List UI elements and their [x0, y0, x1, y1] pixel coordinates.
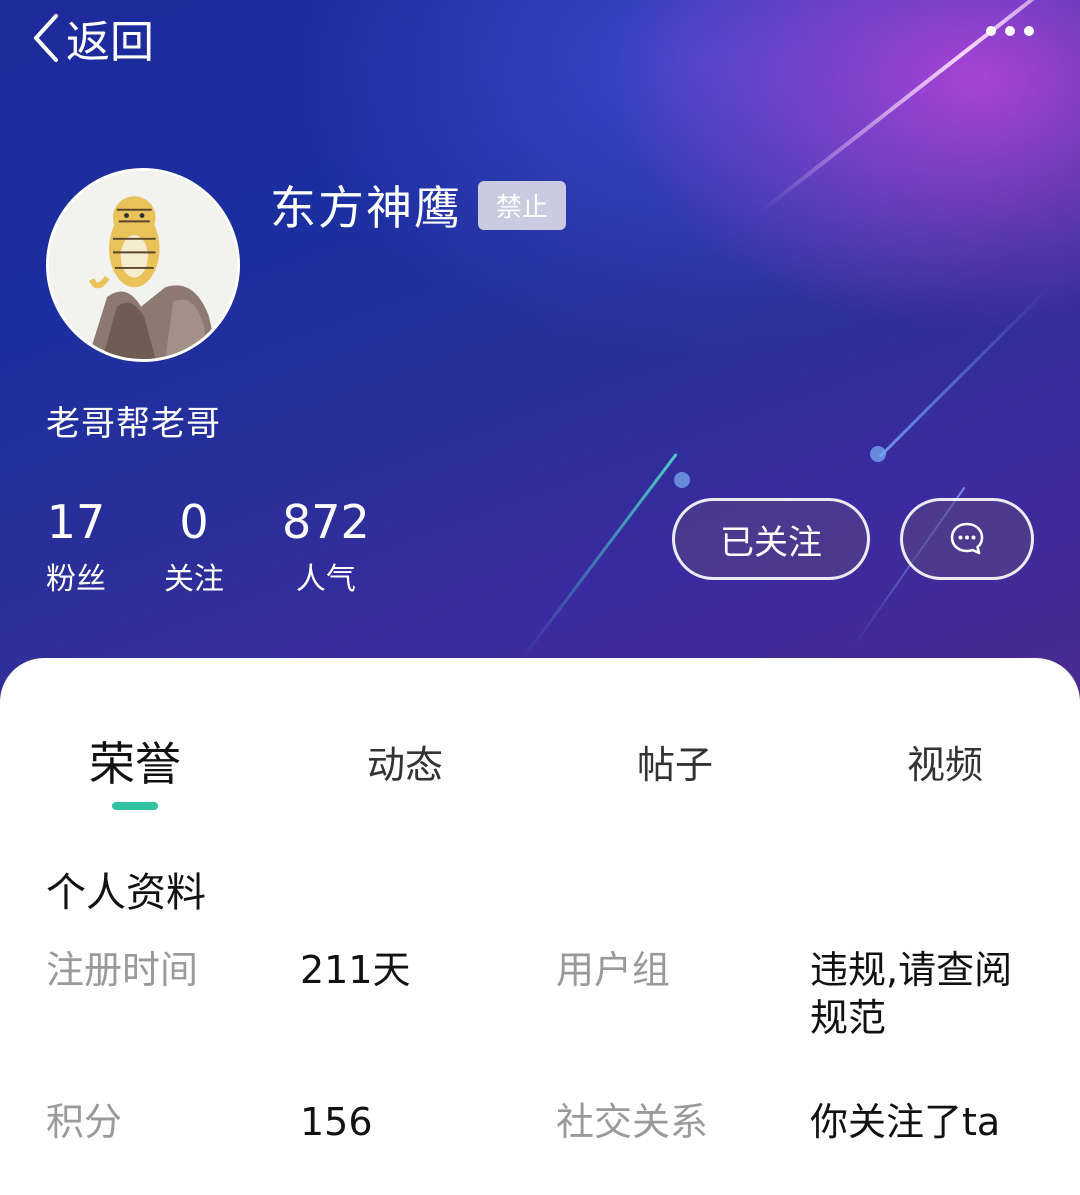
status-badge: 禁止 — [478, 180, 567, 230]
following-button[interactable]: 已关注 — [672, 498, 870, 580]
decor-dot — [870, 446, 886, 462]
top-bar: 返回 — [0, 0, 1080, 80]
stat-value: 0 — [179, 495, 209, 549]
decor-dot — [674, 472, 690, 488]
stats-row: 17 粉丝 0 关注 872 人气 — [46, 494, 428, 598]
tab-label: 视频 — [906, 743, 983, 787]
name-row: 东方神鹰 禁止 — [270, 172, 567, 238]
info-value: 211天 — [300, 948, 411, 992]
stat-value: 872 — [282, 495, 370, 549]
info-label: 注册时间 — [46, 948, 199, 992]
message-bubble-icon — [950, 522, 984, 555]
tab-label: 动态 — [366, 743, 443, 787]
section-title: 个人资料 — [46, 870, 206, 916]
tab-activity[interactable]: 动态 — [270, 734, 540, 789]
active-tab-indicator — [112, 802, 158, 810]
message-button[interactable] — [900, 498, 1034, 580]
tab-videos[interactable]: 视频 — [810, 734, 1080, 789]
stat-label: 关注 — [164, 562, 224, 597]
stat-following[interactable]: 0 关注 — [164, 494, 224, 598]
tab-label: 帖子 — [636, 743, 713, 787]
stat-label: 人气 — [295, 562, 356, 597]
stat-value: 17 — [46, 495, 106, 549]
stat-fans[interactable]: 17 粉丝 — [46, 494, 106, 598]
tab-honor[interactable]: 荣誉 — [0, 728, 270, 794]
back-arrow-icon — [34, 14, 58, 62]
stat-popularity: 872 人气 — [282, 494, 370, 598]
info-value: 156 — [300, 1100, 373, 1144]
info-label: 积分 — [46, 1100, 123, 1144]
info-value: 你关注了ta — [810, 1100, 1001, 1144]
back-button[interactable]: 返回 — [28, 6, 154, 70]
tab-bar: 荣誉 动态 帖子 视频 — [0, 728, 1080, 818]
back-label: 返回 — [66, 17, 154, 68]
more-dots-icon — [986, 26, 996, 36]
info-label: 社交关系 — [556, 1100, 709, 1144]
username: 东方神鹰 — [270, 181, 462, 235]
tab-label: 荣誉 — [89, 737, 181, 791]
profile-content-sheet: 荣誉 动态 帖子 视频 个人资料 注册时间 211天 用户组 违规,请查阅规范 … — [0, 658, 1080, 1195]
decor-light-streak — [878, 285, 1051, 458]
tab-posts[interactable]: 帖子 — [540, 734, 810, 789]
tiger-avatar-image — [49, 171, 237, 359]
stat-label: 粉丝 — [46, 562, 106, 597]
more-button[interactable] — [986, 26, 1034, 36]
info-value: 违规,请查阅规范 — [810, 948, 1013, 1040]
info-label: 用户组 — [556, 948, 671, 992]
decor-light-streak — [518, 452, 678, 663]
avatar[interactable] — [46, 168, 240, 362]
user-bio: 老哥帮老哥 — [46, 404, 221, 444]
